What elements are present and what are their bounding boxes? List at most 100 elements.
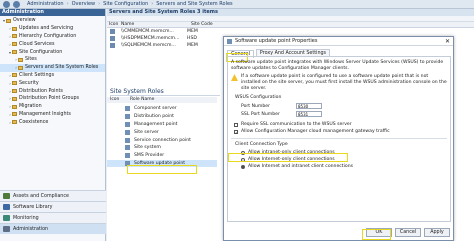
folder-icon (12, 26, 17, 31)
role-icon (125, 137, 130, 143)
ssl-port-input[interactable] (296, 111, 322, 117)
workspace-icon (3, 226, 10, 232)
column-header[interactable]: Role Name (127, 97, 154, 103)
checkbox-label: Allow Configuration Manager cloud manage… (241, 129, 390, 134)
workspace-button[interactable]: Software Library (0, 201, 106, 212)
breadcrumb-item[interactable]: Servers and Site System Roles (156, 1, 232, 7)
breadcrumb-item[interactable]: Overview (72, 1, 96, 7)
tree-item[interactable]: › Hierarchy Configuration (0, 33, 105, 41)
apply-button[interactable]: Apply (424, 228, 450, 237)
list-item[interactable]: Component server (107, 105, 217, 113)
tree-item[interactable]: › Sites (0, 56, 105, 64)
tree-item[interactable]: ▾ Site Configuration (0, 48, 105, 56)
list-item[interactable]: Site server (107, 128, 217, 136)
folder-icon (18, 65, 23, 70)
tree-item-label: Updates and Servicing (19, 26, 74, 32)
workspace-button[interactable]: Assets and Compliance (0, 190, 106, 201)
tree-item-label: Site Configuration (19, 49, 63, 55)
roles-section-title: Site System Roles (110, 88, 220, 96)
ssl-port-field: SSL Port Number (241, 110, 447, 118)
role-name: SMS Provider (134, 153, 165, 159)
tree-item-label: Overview (13, 18, 36, 24)
workspace-button[interactable]: Monitoring (0, 212, 106, 223)
workspace-header: Administration (0, 9, 105, 16)
close-icon[interactable]: ✕ (445, 38, 450, 45)
wsus-config-label: WSUS Configuration (235, 95, 282, 100)
tree-item[interactable]: › Client Settings (0, 72, 105, 80)
folder-icon (12, 96, 17, 101)
workspace-button[interactable]: Administration (0, 223, 106, 234)
tree-item[interactable]: › Distribution Point Groups (0, 95, 105, 103)
radio-internet-and-intranet[interactable]: Allow Internet and intranet client conne… (241, 163, 447, 170)
require-ssl-checkbox[interactable]: Require SSL communication to the WSUS se… (234, 121, 447, 128)
forward-button[interactable] (13, 0, 20, 8)
list-item[interactable]: Distribution point (107, 113, 217, 121)
workspace-sidebar: Administration ▾ Overview › Updates and Ser… (0, 9, 106, 241)
breadcrumb-item[interactable]: Administration (27, 1, 64, 7)
tree-item[interactable]: › Coexistence (0, 118, 105, 126)
connection-type-label: Client Connection Type (235, 142, 288, 147)
dialog-icon (227, 38, 232, 44)
site-code: MEM (187, 43, 198, 48)
checkbox-label: Require SSL communication to the WSUS se… (241, 122, 352, 127)
role-name: Site system (134, 145, 161, 151)
warning-text: If a software update point is configured… (241, 74, 447, 91)
tree-item[interactable]: › Migration (0, 103, 105, 111)
role-name: Component server (134, 106, 177, 112)
role-name: Site server (134, 129, 159, 135)
list-item[interactable]: Service connection point (107, 136, 217, 144)
dialog-titlebar: Software update point Properties ✕ (224, 37, 453, 46)
folder-icon (12, 120, 17, 125)
role-icon (125, 153, 130, 159)
cancel-button[interactable]: Cancel (395, 228, 421, 237)
folder-icon (12, 112, 17, 117)
role-icon (125, 114, 130, 120)
tree-item[interactable]: › Servers and Site System Roles (0, 63, 105, 72)
column-header[interactable]: Icon (107, 97, 127, 103)
list-item[interactable]: SMS Provider (107, 152, 217, 160)
top-navigation-bar: Administration › Overview › Site Configura… (0, 0, 474, 9)
server-name: \\CMMEMCM.memcm... (121, 29, 174, 34)
role-name: Distribution point (134, 114, 174, 120)
role-icon (125, 106, 130, 112)
checkbox-box[interactable]: ✓ (234, 129, 238, 134)
column-header[interactable]: Name (119, 22, 189, 27)
tree-item[interactable]: › Security (0, 79, 105, 87)
workspace-icon (3, 215, 10, 221)
radio-button[interactable] (241, 164, 245, 169)
folder-icon (18, 57, 23, 62)
column-header[interactable]: Site Code (189, 22, 219, 27)
workspace-button-label: Administration (13, 226, 49, 232)
folder-icon (12, 89, 17, 94)
tree-item-label: Sites (25, 57, 37, 63)
site-code: HSD (187, 36, 197, 41)
table-row[interactable]: \\CMMEMCM.memcm... MEM (107, 28, 474, 35)
server-name: \\HSDPMEMCM.memcm... (121, 36, 180, 41)
folder-icon (12, 34, 17, 39)
navigation-tree: ▾ Overview › Updates and Servicing › Hierarch… (0, 16, 105, 126)
properties-dialog: Software update point Properties ✕ Gener… (223, 36, 454, 241)
tree-item-label: Distribution Point Groups (19, 96, 80, 102)
tree-item-label: Management Insights (19, 111, 71, 117)
warning-icon (231, 74, 238, 81)
tree-item[interactable]: › Updates and Servicing (0, 25, 105, 33)
column-header[interactable]: Icon (107, 22, 119, 27)
breadcrumb-separator: › (66, 1, 69, 7)
role-icon (125, 129, 130, 135)
back-button[interactable] (3, 0, 10, 8)
allow-cmg-checkbox[interactable]: ✓ Allow Configuration Manager cloud mana… (234, 128, 447, 135)
tree-item[interactable]: › Distribution Points (0, 87, 105, 95)
tree-item[interactable]: › Cloud Services (0, 40, 105, 48)
folder-icon (12, 50, 17, 55)
checkbox-box[interactable] (234, 122, 238, 127)
servers-pane-title: Servers and Site System Roles 3 items (107, 9, 474, 16)
list-item[interactable]: Management point (107, 121, 217, 129)
port-input[interactable] (296, 103, 322, 109)
port-label: Port Number (241, 103, 271, 109)
tree-item[interactable]: ▾ Overview (0, 17, 105, 25)
role-name: Management point (134, 121, 178, 127)
tree-item[interactable]: › Management Insights (0, 111, 105, 119)
warning-notice: If a software update point is configured… (231, 74, 447, 92)
breadcrumb-item[interactable]: Site Configuration (103, 1, 148, 7)
list-item[interactable]: Site system (107, 144, 217, 152)
